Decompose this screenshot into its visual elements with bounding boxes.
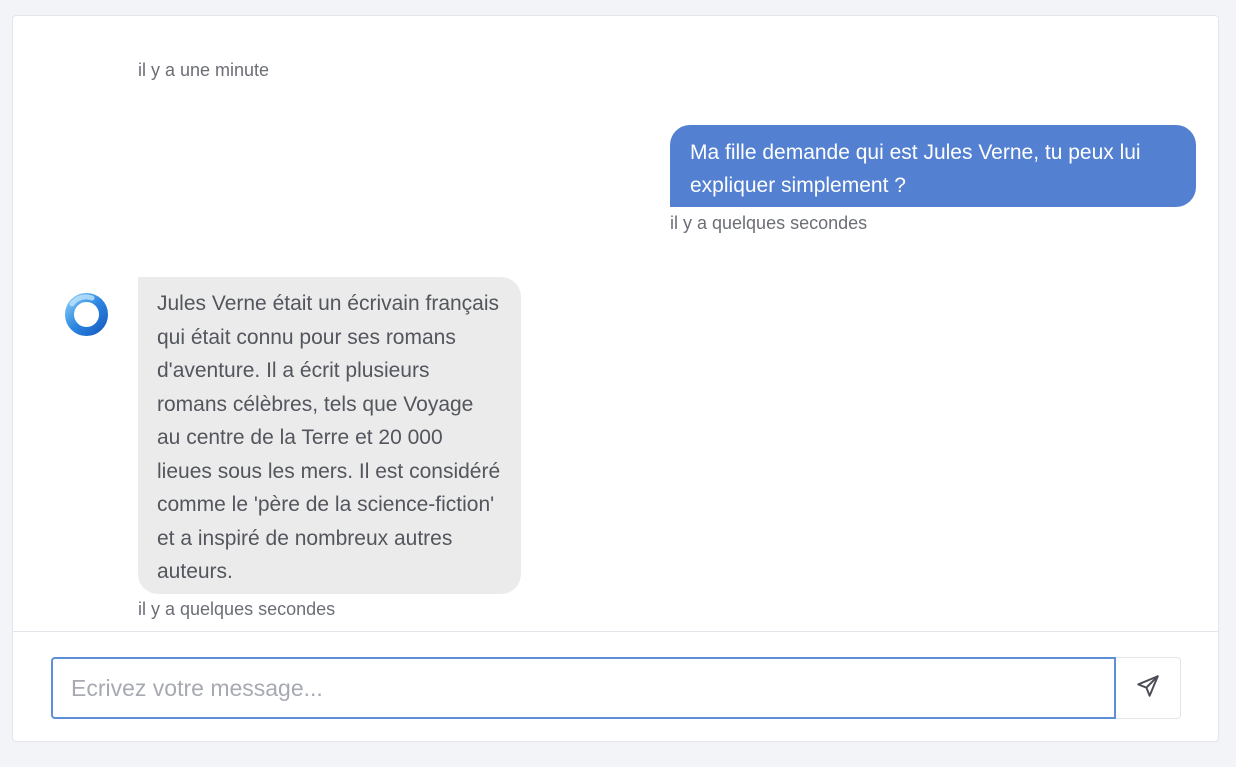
user-message-bubble: Ma fille demande qui est Jules Verne, tu… — [670, 125, 1196, 207]
chat-window: il y a une minute Ma fille demande qui e… — [12, 15, 1219, 742]
send-button[interactable] — [1116, 657, 1181, 719]
message-list: il y a une minute Ma fille demande qui e… — [13, 16, 1218, 631]
assistant-message-timestamp: il y a quelques secondes — [138, 599, 336, 619]
message-composer — [13, 631, 1218, 741]
assistant-logo-icon — [62, 290, 111, 339]
assistant-message-bubble: Jules Verne était un écrivain français q… — [138, 277, 521, 594]
earlier-message-timestamp: il y a une minute — [138, 60, 270, 80]
user-message-timestamp: il y a quelques secondes — [670, 213, 868, 233]
send-icon — [1135, 673, 1161, 704]
message-input[interactable] — [51, 657, 1116, 719]
